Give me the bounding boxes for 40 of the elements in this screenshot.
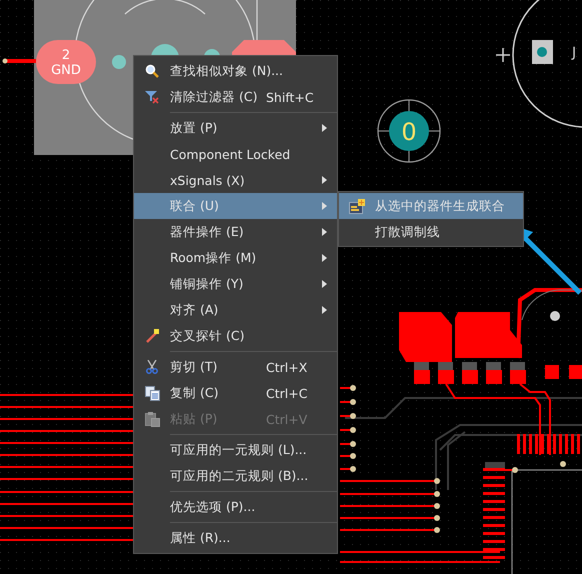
menu-item[interactable]: 查找相似对象 (N)...: [134, 58, 337, 84]
menu-item[interactable]: 可应用的一元规则 (L)...: [134, 437, 337, 463]
designator: J: [572, 45, 576, 61]
smd-pad: [462, 362, 478, 384]
plus-icon: [496, 48, 510, 62]
menu-item[interactable]: 铺铜操作 (Y): [134, 271, 337, 297]
probe-icon: [145, 329, 159, 343]
via: 0: [377, 99, 441, 163]
menu-item[interactable]: 可应用的二元规则 (B)...: [134, 463, 337, 489]
menu-item[interactable]: 优先选项 (P)...: [134, 494, 337, 520]
search-icon: [145, 64, 159, 78]
menu-item[interactable]: 打散调制线: [339, 219, 523, 245]
menu-item[interactable]: xSignals (X): [134, 167, 337, 193]
submenu-arrow-icon: [322, 280, 327, 288]
trace: [2, 58, 36, 64]
smd-pad: [438, 362, 454, 384]
menu-item[interactable]: 器件操作 (E): [134, 219, 337, 245]
smd-pad: [414, 362, 430, 384]
submenu-arrow-icon: [322, 124, 327, 132]
menu-item[interactable]: Room操作 (M): [134, 245, 337, 271]
submenu-arrow-icon: [322, 254, 327, 262]
submenu-arrow-icon: [322, 306, 327, 314]
union-icon: [349, 198, 365, 214]
menu-item[interactable]: 剪切 (T) Ctrl+X: [134, 354, 337, 380]
menu-item[interactable]: 对齐 (A): [134, 297, 337, 323]
submenu-arrow-icon: [322, 202, 327, 210]
menu-item[interactable]: 交叉探针 (C): [134, 323, 337, 349]
submenu-arrow-icon: [322, 228, 327, 236]
menu-item[interactable]: 清除过滤器 (C) Shift+C: [134, 84, 337, 110]
submenu-arrow-icon: [322, 176, 327, 184]
menu-item[interactable]: Component Locked: [134, 141, 337, 167]
copy-icon: [144, 386, 160, 400]
smd-pad: [486, 362, 502, 384]
filter-clear-icon: [144, 90, 160, 104]
scissors-icon: [146, 360, 158, 374]
paste-icon: [144, 412, 160, 426]
menu-item[interactable]: 放置 (P): [134, 115, 337, 141]
menu-item[interactable]: 复制 (C) Ctrl+C: [134, 380, 337, 406]
smd-pad: [510, 362, 526, 384]
menu-item[interactable]: 属性 (R)...: [134, 525, 337, 551]
